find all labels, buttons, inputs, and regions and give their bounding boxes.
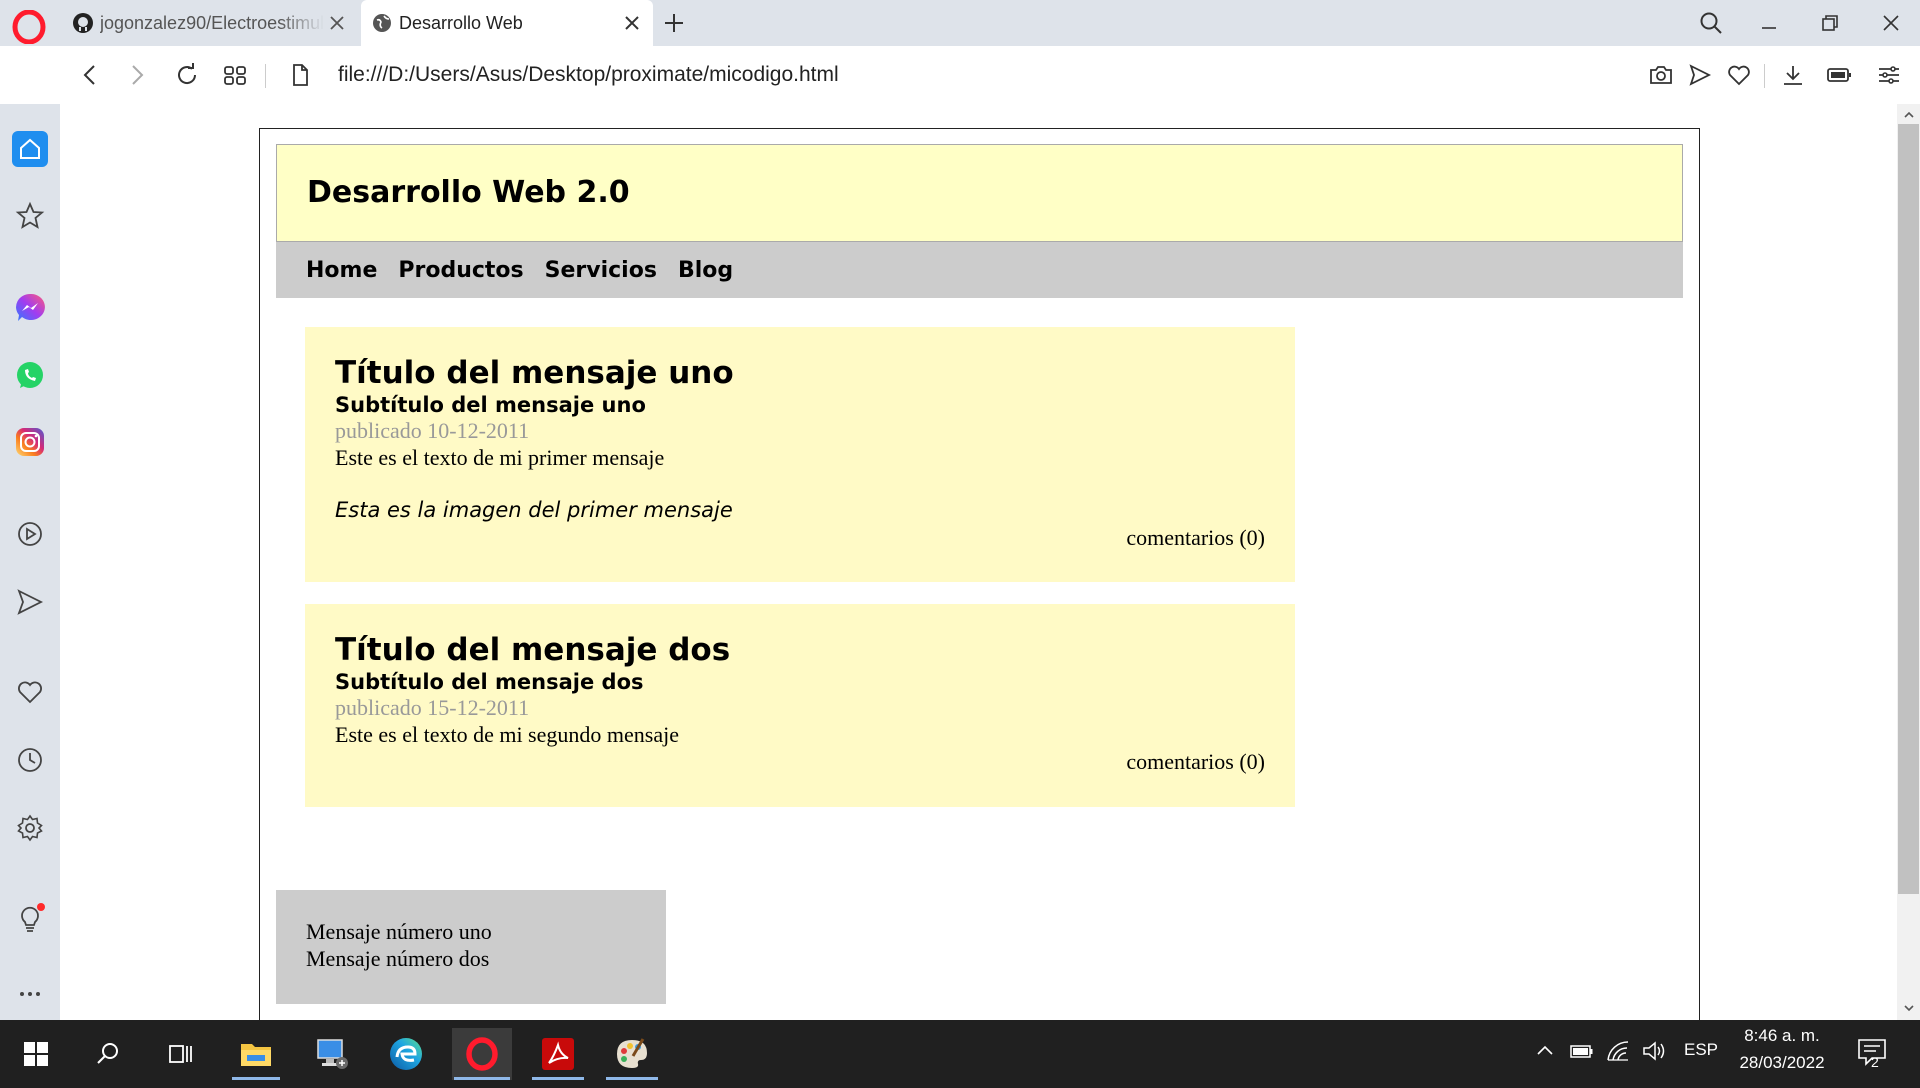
volume-icon[interactable] <box>1641 1038 1667 1064</box>
more-options-icon[interactable] <box>12 976 48 1012</box>
bookmark-heart-icon[interactable] <box>1724 60 1754 90</box>
start-button[interactable] <box>10 1028 62 1080</box>
battery-saver-icon[interactable] <box>1824 60 1854 90</box>
post-date: publicado 15-12-2011 <box>335 695 530 720</box>
edge-browser-button[interactable] <box>380 1028 432 1080</box>
nav-link-servicios[interactable]: Servicios <box>545 258 657 283</box>
scrollbar-thumb[interactable] <box>1898 124 1919 894</box>
globe-icon <box>373 14 391 32</box>
post-image-placeholder: Esta es la imagen del primer mensaje <box>335 498 733 522</box>
restore-icon[interactable] <box>1815 8 1845 38</box>
post-article: Título del mensaje uno Subtítulo del men… <box>305 327 1295 582</box>
folder-icon <box>241 1044 271 1066</box>
site-title: Desarrollo Web 2.0 <box>307 175 630 210</box>
github-icon <box>73 13 93 33</box>
battery-icon[interactable] <box>1569 1038 1595 1064</box>
tab-bar: jogonzalez90/Electroestimulador Desarrol… <box>0 0 1920 46</box>
clock-time[interactable]: 8:46 a. m. <box>1736 1026 1828 1046</box>
post-date: publicado 10-12-2011 <box>335 418 530 443</box>
list-item: Mensaje número uno <box>306 919 492 944</box>
paint-button[interactable] <box>604 1028 660 1080</box>
history-clock-icon[interactable] <box>12 742 48 778</box>
opera-browser-button[interactable] <box>452 1028 512 1080</box>
clock-date[interactable]: 28/03/2022 <box>1732 1053 1832 1073</box>
acrobat-icon <box>542 1038 574 1070</box>
toolbar-separator <box>1764 64 1765 88</box>
site-header: Desarrollo Web 2.0 <box>276 144 1683 242</box>
running-indicator <box>232 1077 280 1080</box>
post-comments: comentarios (0) <box>1126 525 1265 550</box>
easy-setup-icon[interactable] <box>1874 60 1904 90</box>
post-comments: comentarios (0) <box>1126 749 1265 774</box>
tab-title: Desarrollo Web <box>399 12 523 33</box>
search-icon <box>97 1043 118 1064</box>
forward-icon[interactable] <box>122 60 152 90</box>
close-tab-icon[interactable] <box>619 10 645 36</box>
windows-taskbar <box>0 1020 1920 1088</box>
minimize-icon[interactable] <box>1754 8 1784 38</box>
tab-desarrollo-web[interactable]: Desarrollo Web <box>361 0 653 46</box>
sidebar <box>0 104 60 1020</box>
search-tabs-icon[interactable] <box>1696 8 1726 38</box>
nav-link-blog[interactable]: Blog <box>678 258 733 283</box>
task-view-button[interactable] <box>154 1028 206 1080</box>
tab-github[interactable]: jogonzalez90/Electroestimulador <box>68 0 358 46</box>
snapshot-icon[interactable] <box>1646 60 1676 90</box>
file-explorer-button[interactable] <box>230 1028 282 1080</box>
lightbulb-notification-icon[interactable] <box>12 900 48 936</box>
site-nav: Home Productos Servicios Blog <box>276 242 1683 298</box>
task-view-icon <box>169 1045 192 1063</box>
post-article: Título del mensaje dos Subtítulo del men… <box>305 604 1295 807</box>
edge-icon <box>390 1038 422 1070</box>
bookmarks-star-icon[interactable] <box>12 198 48 234</box>
post-title: Título del mensaje uno <box>335 355 734 391</box>
paint-palette-icon <box>617 1038 647 1068</box>
post-subtitle: Subtítulo del mensaje uno <box>335 393 646 417</box>
flow-send-icon[interactable] <box>12 584 48 620</box>
acrobat-button[interactable] <box>530 1028 586 1080</box>
nav-link-productos[interactable]: Productos <box>398 258 523 283</box>
search-button[interactable] <box>82 1028 134 1080</box>
post-body: Este es el texto de mi primer mensaje <box>335 445 665 470</box>
running-indicator <box>532 1077 584 1080</box>
nav-link-home[interactable]: Home <box>306 258 377 283</box>
windows-logo-icon <box>24 1042 48 1066</box>
input-language-indicator[interactable]: ESP <box>1684 1040 1718 1060</box>
instagram-icon[interactable] <box>12 424 48 460</box>
list-item: Mensaje número dos <box>306 946 490 971</box>
running-indicator <box>606 1077 658 1080</box>
back-icon[interactable] <box>75 60 105 90</box>
send-icon[interactable] <box>1685 60 1715 90</box>
scroll-down-arrow-icon[interactable] <box>1902 1001 1916 1015</box>
notification-count-badge: 2 <box>1871 1054 1879 1070</box>
close-window-icon[interactable] <box>1876 8 1906 38</box>
opera-icon <box>466 1037 498 1071</box>
download-icon[interactable] <box>1778 60 1808 90</box>
tab-title: jogonzalez90/Electroestimulador <box>100 12 324 33</box>
file-icon <box>293 64 308 86</box>
scroll-up-arrow-icon[interactable] <box>1902 108 1916 122</box>
wifi-icon[interactable] <box>1605 1038 1631 1064</box>
address-separator <box>265 64 266 88</box>
aside-message-list: Mensaje número uno Mensaje número dos <box>276 890 666 1004</box>
post-subtitle: Subtítulo del mensaje dos <box>335 670 644 694</box>
post-title: Título del mensaje dos <box>335 632 731 668</box>
settings-gear-icon[interactable] <box>12 810 48 846</box>
player-icon[interactable] <box>12 516 48 552</box>
pinboards-heart-icon[interactable] <box>12 674 48 710</box>
running-indicator <box>454 1077 510 1080</box>
new-tab-icon[interactable] <box>660 9 688 37</box>
messenger-icon[interactable] <box>12 290 48 326</box>
speed-dial-home-icon[interactable] <box>12 131 48 167</box>
post-body: Este es el texto de mi segundo mensaje <box>335 722 679 747</box>
whatsapp-icon[interactable] <box>12 358 48 394</box>
remote-desktop-icon <box>317 1039 348 1069</box>
reload-icon[interactable] <box>172 60 202 90</box>
tab-overview-icon[interactable] <box>220 60 250 90</box>
opera-menu-icon[interactable] <box>12 10 46 44</box>
close-tab-icon[interactable] <box>324 10 350 36</box>
remote-desktop-button[interactable] <box>306 1028 358 1080</box>
address-input[interactable]: file:///D:/Users/Asus/Desktop/proximate/… <box>338 63 839 87</box>
show-hidden-icons-chevron-icon[interactable] <box>1532 1038 1558 1064</box>
